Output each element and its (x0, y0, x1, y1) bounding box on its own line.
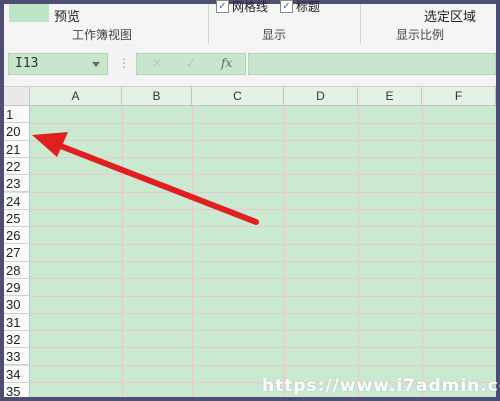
watermark: https://www.i7admin.cc (262, 376, 500, 396)
annotation-arrow-icon (32, 132, 259, 225)
